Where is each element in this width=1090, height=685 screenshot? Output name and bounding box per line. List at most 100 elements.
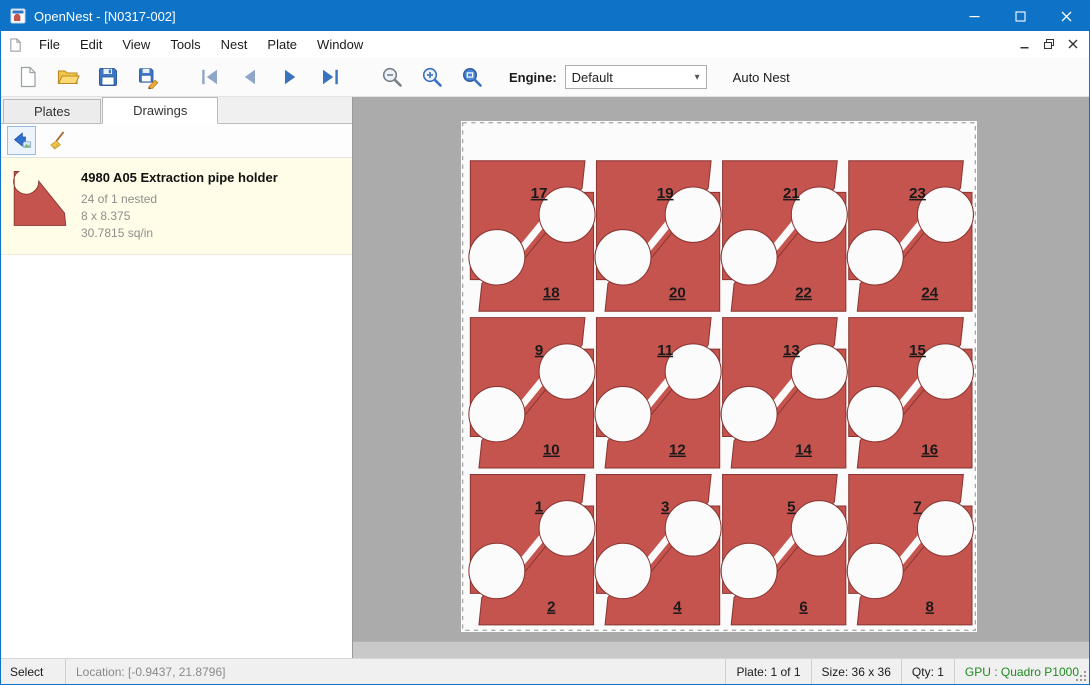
nest-cell[interactable]: 1112 <box>595 318 721 468</box>
new-button[interactable] <box>11 60 45 94</box>
part-circle-cutout <box>917 501 973 556</box>
menu-item-edit[interactable]: Edit <box>70 32 112 57</box>
main-toolbar: Engine: Default ▾ Auto Nest <box>1 58 1089 97</box>
nest-cell[interactable]: 56 <box>721 474 847 624</box>
menu-item-file[interactable]: File <box>29 32 70 57</box>
import-drawing-button[interactable] <box>7 126 36 155</box>
part-circle-cutout <box>469 386 525 441</box>
open-button[interactable] <box>51 60 85 94</box>
part-circle-cutout <box>469 543 525 598</box>
part-number-label: 5 <box>787 499 795 516</box>
child-restore-button[interactable] <box>1037 33 1061 55</box>
nest-cell[interactable]: 1516 <box>847 318 973 468</box>
drawing-size: 8 x 8.375 <box>81 208 278 225</box>
last-arrow-icon <box>318 65 342 89</box>
part-number-label: 16 <box>921 442 938 459</box>
first-plate-button[interactable] <box>193 60 227 94</box>
nest-cell[interactable]: 1314 <box>721 318 847 468</box>
engine-select[interactable]: Default ▾ <box>565 65 707 89</box>
previous-plate-button[interactable] <box>233 60 267 94</box>
part-circle-cutout <box>847 230 903 285</box>
nest-cell[interactable]: 34 <box>595 474 721 624</box>
drawing-list-item[interactable]: 4980 A05 Extraction pipe holder 24 of 1 … <box>1 158 352 255</box>
part-thumbnail-svg <box>11 168 69 229</box>
part-number-label: 20 <box>669 285 686 302</box>
resize-grip[interactable] <box>1075 670 1087 682</box>
child-minimize-icon <box>1019 38 1031 50</box>
document-icon <box>8 37 23 53</box>
part-number-label: 15 <box>909 342 926 359</box>
status-gpu: GPU : Quadro P1000 <box>954 659 1089 684</box>
nest-canvas[interactable]: 171819202122232491011121314151612345678 <box>353 97 1089 659</box>
part-number-label: 17 <box>531 185 548 202</box>
previous-arrow-icon <box>238 65 262 89</box>
status-bar: Select Location: [-0.9437, 21.8796] Plat… <box>1 658 1089 684</box>
app-window: OpenNest - [N0317-002] File Edit View To… <box>0 0 1090 685</box>
open-folder-icon <box>56 65 80 89</box>
clear-drawings-button[interactable] <box>42 126 71 155</box>
status-mode: Select <box>1 659 66 684</box>
part-number-label: 24 <box>921 285 938 302</box>
save-button[interactable] <box>91 60 125 94</box>
zoom-fit-icon <box>460 65 484 89</box>
part-circle-cutout <box>847 386 903 441</box>
tab-plates-label: Plates <box>34 104 70 119</box>
menu-item-window[interactable]: Window <box>307 32 373 57</box>
nest-cell[interactable]: 78 <box>847 474 973 624</box>
maximize-button[interactable] <box>997 1 1043 31</box>
part-number-label: 11 <box>657 342 673 359</box>
child-close-button[interactable] <box>1061 33 1085 55</box>
drawing-nested-count: 24 of 1 nested <box>81 191 278 208</box>
part-number-label: 9 <box>535 342 543 359</box>
part-circle-cutout <box>595 543 651 598</box>
horizontal-scrollbar[interactable] <box>353 641 1089 659</box>
next-plate-button[interactable] <box>273 60 307 94</box>
part-circle-cutout <box>665 501 721 556</box>
title-bar[interactable]: OpenNest - [N0317-002] <box>1 1 1089 31</box>
nest-cell[interactable]: 9 10 <box>469 318 595 468</box>
window-title: OpenNest - [N0317-002] <box>34 9 176 24</box>
part-circle-cutout <box>539 501 595 556</box>
menu-item-view[interactable]: View <box>112 32 160 57</box>
zoom-out-button[interactable] <box>375 60 409 94</box>
part-circle-cutout <box>721 386 777 441</box>
part-circle-cutout <box>595 386 651 441</box>
nest-cell[interactable]: 12 <box>469 474 595 624</box>
nest-cell[interactable]: 1920 <box>595 161 721 311</box>
part-circle-cutout <box>791 501 847 556</box>
nest-cell[interactable]: 2122 <box>721 161 847 311</box>
part-number-label: 22 <box>795 285 812 302</box>
status-qty: Qty: 1 <box>901 659 954 684</box>
close-button[interactable] <box>1043 1 1089 31</box>
zoom-in-button[interactable] <box>415 60 449 94</box>
zoom-fit-button[interactable] <box>455 60 489 94</box>
last-plate-button[interactable] <box>313 60 347 94</box>
save-edit-icon <box>136 65 160 89</box>
tab-plates[interactable]: Plates <box>3 99 101 123</box>
menu-item-nest[interactable]: Nest <box>211 32 258 57</box>
part-number-label: 1 <box>535 499 543 516</box>
menu-item-plate[interactable]: Plate <box>257 32 307 57</box>
part-number-label: 23 <box>909 185 926 202</box>
part-circle-cutout <box>665 344 721 399</box>
drawings-toolbar <box>1 124 352 158</box>
menu-bar: File Edit View Tools Nest Plate Window <box>1 31 1089 59</box>
part-number-label: 2 <box>547 598 555 615</box>
first-arrow-icon <box>198 65 222 89</box>
part-number-label: 10 <box>543 442 560 459</box>
part-number-label: 8 <box>926 598 934 615</box>
tab-strip: Plates Drawings <box>1 97 352 124</box>
menu-item-tools[interactable]: Tools <box>160 32 210 57</box>
child-minimize-button[interactable] <box>1013 33 1037 55</box>
nest-cell[interactable]: 23 24 <box>847 161 973 311</box>
tab-drawings[interactable]: Drawings <box>102 97 218 124</box>
engine-label: Engine: <box>509 70 557 85</box>
auto-nest-button[interactable]: Auto Nest <box>733 70 790 85</box>
minimize-button[interactable] <box>951 1 997 31</box>
zoom-in-icon <box>420 65 444 89</box>
save-as-button[interactable] <box>131 60 165 94</box>
part-circle-cutout <box>721 230 777 285</box>
nest-cell[interactable]: 1718 <box>469 161 595 311</box>
child-close-icon <box>1067 38 1079 50</box>
nest-plate-svg[interactable]: 171819202122232491011121314151612345678 <box>461 121 977 632</box>
